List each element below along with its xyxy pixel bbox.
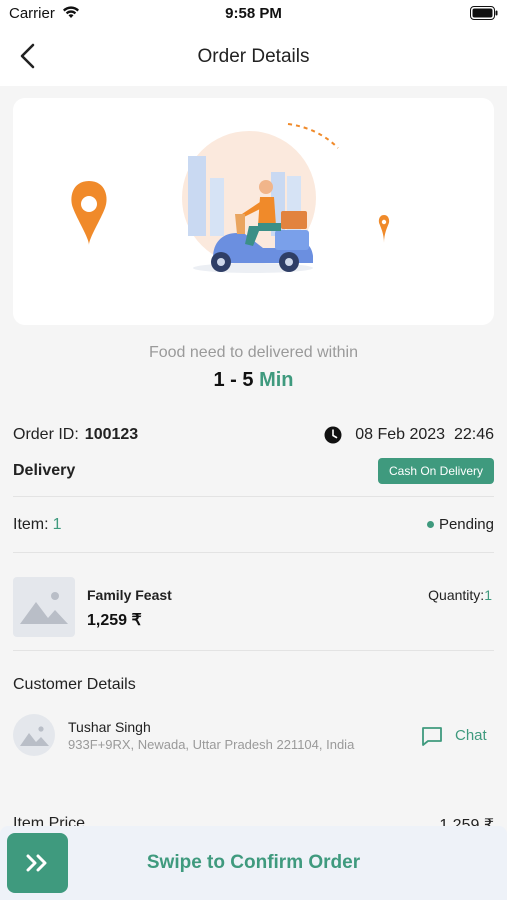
order-meta-row: Order ID: 100123 08 Feb 2023 22:46 <box>13 426 494 448</box>
divider <box>13 552 494 553</box>
clock-icon <box>324 426 342 444</box>
customer-address: 933F+9RX, Newada, Uttar Pradesh 221104, … <box>68 737 355 752</box>
image-placeholder-icon <box>20 592 68 624</box>
order-datetime: 08 Feb 2023 22:46 <box>355 426 494 444</box>
divider <box>13 496 494 497</box>
order-status: Pending <box>438 516 494 533</box>
quantity-label: Quantity: <box>428 587 485 603</box>
product-name: Family Feast <box>87 587 172 603</box>
chat-bubble-icon[interactable] <box>421 725 443 747</box>
chat-button[interactable]: Chat <box>455 727 487 744</box>
delivery-window-text: Food need to delivered within <box>148 344 359 361</box>
order-id-value: 100123 <box>84 426 139 443</box>
delivery-window-time: 1 - 5 Min <box>0 369 507 392</box>
image-placeholder-icon <box>20 726 49 746</box>
divider <box>13 650 494 651</box>
page-title: Order Details <box>197 46 310 67</box>
customer-name: Tushar Singh <box>68 719 151 735</box>
status-dot <box>427 521 434 528</box>
items-row: Item: 1 <box>13 516 61 534</box>
product-quantity: Quantity:1 <box>428 587 492 603</box>
order-type: Delivery <box>13 462 76 479</box>
nav-bar: Order Details <box>0 28 507 86</box>
order-id: Order ID: 100123 <box>13 426 138 444</box>
delivery-unit: Min <box>259 369 294 391</box>
clock-time: 9:58 PM <box>225 5 282 22</box>
order-date: 08 Feb 2023 <box>355 426 446 443</box>
customer-section-title: Customer Details <box>13 676 136 693</box>
status-bar: Carrier 9:58 PM <box>0 0 507 28</box>
payment-badge: Cash On Delivery <box>378 458 494 484</box>
delivery-range: 1 - 5 <box>213 369 254 391</box>
location-pin-icon <box>378 215 390 243</box>
avatar <box>13 714 55 756</box>
delivery-scooter-illustration <box>71 123 390 273</box>
swipe-confirm-bar[interactable]: Swipe to Confirm Order <box>0 826 507 900</box>
quantity-value: 1 <box>484 587 492 603</box>
swipe-label: Swipe to Confirm Order <box>146 852 361 873</box>
product-price: 1,259 ₹ <box>87 612 142 629</box>
items-count: 1 <box>52 516 62 533</box>
delivery-illustration-card <box>13 98 494 325</box>
items-label: Item: <box>13 516 49 533</box>
product-thumbnail <box>13 577 75 637</box>
battery-icon <box>470 6 498 20</box>
order-id-label: Order ID: <box>13 426 79 443</box>
order-time: 22:46 <box>453 426 494 443</box>
location-pin-icon <box>71 181 107 245</box>
